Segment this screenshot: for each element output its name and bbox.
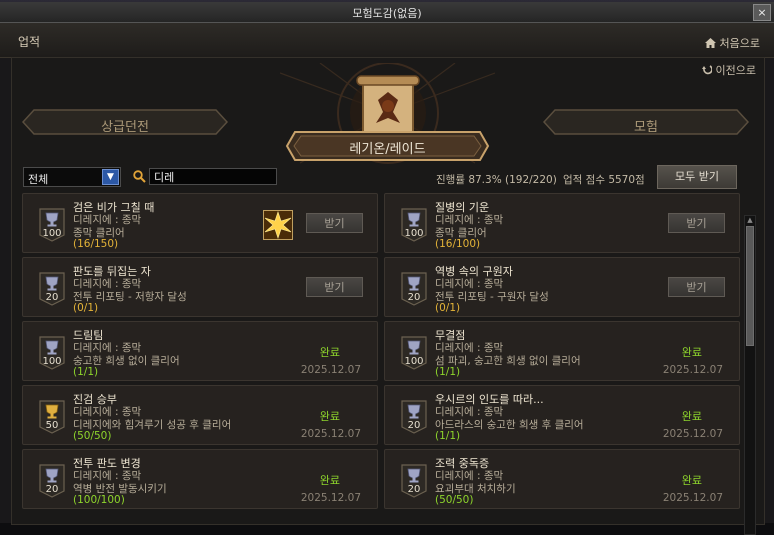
tab-label: 레기온/레이드	[349, 142, 426, 157]
trophy-badge: 20	[399, 400, 429, 434]
trophy-points: 100	[42, 356, 62, 367]
trophy-points: 20	[407, 292, 421, 303]
scroll-thumb[interactable]	[746, 226, 754, 346]
claim-button[interactable]: 받기	[668, 277, 725, 297]
trophy-badge: 100	[37, 336, 67, 370]
achievement-progress: (50/50)	[73, 430, 112, 442]
home-icon	[705, 38, 717, 48]
trophy-points: 20	[45, 292, 59, 303]
complete-status: 완료	[319, 474, 340, 487]
complete-status: 완료	[319, 346, 340, 359]
trophy-points: 100	[42, 228, 62, 239]
complete-status: 완료	[319, 410, 340, 423]
achievement-progress: (16/100)	[435, 238, 481, 250]
trophy-badge: 50	[37, 400, 67, 434]
trophy-badge: 20	[37, 464, 67, 498]
home-label: 처음으로	[719, 37, 760, 50]
complete-date: 2025.12.07	[300, 492, 361, 504]
claim-button[interactable]: 받기	[306, 277, 363, 297]
home-button[interactable]: 처음으로	[705, 35, 760, 51]
achievement-card[interactable]: 100 질병의 기운 디레지에 : 종막 종막 클리어 (16/100) 받기	[384, 193, 740, 253]
achievement-progress: (0/1)	[73, 302, 99, 314]
achievement-progress: (16/150)	[73, 238, 119, 250]
trophy-badge: 100	[399, 208, 429, 242]
complete-date: 2025.12.07	[662, 428, 723, 440]
back-arrow-icon	[702, 65, 713, 75]
search-input[interactable]	[149, 168, 277, 185]
claim-all-button[interactable]: 모두 받기	[657, 165, 737, 189]
search-icon	[133, 170, 146, 183]
claim-button[interactable]: 받기	[306, 213, 363, 233]
tab-adventure[interactable]: 모험	[543, 109, 749, 135]
achievement-card[interactable]: 100 무결점 디레지에 : 종막 섬 파괴, 숭고한 희생 없이 클리어 (1/1) 완…	[384, 321, 740, 381]
filter-dropdown[interactable]: 전체 ▼	[23, 167, 121, 187]
trophy-points: 100	[404, 356, 424, 367]
complete-date: 2025.12.07	[662, 492, 723, 504]
complete-date: 2025.12.07	[300, 428, 361, 440]
scrollbar[interactable]: ▲	[744, 215, 756, 535]
achievement-progress: (1/1)	[435, 366, 461, 378]
achievement-card[interactable]: 50 진검 승부 디레지에 : 종막 디레지에와 힘겨루기 성공 후 클리어 (50/5…	[22, 385, 378, 445]
star-burst-icon	[263, 210, 293, 240]
tab-label: 모험	[634, 120, 658, 135]
reward-item[interactable]	[263, 210, 293, 240]
claim-button[interactable]: 받기	[668, 213, 725, 233]
achievement-card[interactable]: 100 드림팀 디레지에 : 종막 숭고한 희생 없이 클리어 (1/1) 완료 2025.…	[22, 321, 378, 381]
complete-status: 완료	[681, 410, 702, 423]
tab-label: 상급던전	[101, 120, 149, 135]
trophy-points: 20	[45, 484, 59, 495]
window-titlebar[interactable]: 모험도감(없음) ×	[0, 2, 774, 23]
page-title: 업적	[18, 35, 41, 49]
achievement-card[interactable]: 20 역병 속의 구원자 디레지에 : 종막 전투 리포팅 - 구원자 달성 (0/1)…	[384, 257, 740, 317]
achievement-progress: (100/100)	[73, 494, 125, 506]
back-button[interactable]: 이전으로	[702, 62, 756, 78]
trophy-points: 20	[407, 420, 421, 431]
trophy-badge: 100	[399, 336, 429, 370]
trophy-points: 20	[407, 484, 421, 495]
tab-legion-raid[interactable]: 레기온/레이드	[285, 130, 490, 162]
achievement-progress: (0/1)	[435, 302, 461, 314]
achievement-score: 업적 점수 5570점	[563, 174, 645, 186]
achievement-card[interactable]: 100 검은 비가 그칠 때 디레지에 : 종막 종막 클리어 (16/150) 받기	[22, 193, 378, 253]
achievement-progress: (1/1)	[435, 430, 461, 442]
achievement-card[interactable]: 20 우시르의 인도를 따라... 디레지에 : 종막 아드라스의 숭고한 희생 후 …	[384, 385, 740, 445]
back-label: 이전으로	[715, 64, 756, 77]
achievement-window: 업적 처음으로 이전으로 상급던전 모험 레기온/레이드 전체 ▼ 디레 진행률…	[0, 23, 774, 535]
progress-text: 진행률 87.3% (192/220)	[436, 174, 557, 186]
complete-status: 완료	[681, 346, 702, 359]
achievement-progress: (50/50)	[435, 494, 474, 506]
close-button[interactable]: ×	[753, 4, 771, 21]
trophy-badge: 20	[399, 464, 429, 498]
chevron-down-icon[interactable]: ▼	[102, 169, 119, 185]
scroll-up-icon[interactable]: ▲	[745, 216, 755, 225]
filter-selected: 전체	[28, 173, 49, 186]
window-title: 모험도감(없음)	[352, 7, 422, 20]
trophy-badge: 100	[37, 208, 67, 242]
trophy-points: 50	[45, 420, 59, 431]
window-header: 업적 처음으로	[0, 23, 774, 58]
complete-date: 2025.12.07	[662, 364, 723, 376]
achievement-progress: (1/1)	[73, 366, 99, 378]
achievement-list: 100 검은 비가 그칠 때 디레지에 : 종막 종막 클리어 (16/150) 받기 10…	[22, 193, 742, 529]
achievement-card[interactable]: 20 조력 중독증 디레지에 : 종막 요괴부대 처치하기 (50/50) 완료 2025.…	[384, 449, 740, 509]
trophy-points: 100	[404, 228, 424, 239]
achievement-card[interactable]: 20 전투 판도 변경 디레지에 : 종막 역병 반전 발동시키기 (100/100) 완…	[22, 449, 378, 509]
trophy-badge: 20	[37, 272, 67, 306]
trophy-badge: 20	[399, 272, 429, 306]
tab-advanced-dungeon[interactable]: 상급던전	[22, 109, 228, 135]
achievement-card[interactable]: 20 판도를 뒤집는 자 디레지에 : 종막 전투 리포팅 - 저항자 달성 (0/1)…	[22, 257, 378, 317]
complete-status: 완료	[681, 474, 702, 487]
complete-date: 2025.12.07	[300, 364, 361, 376]
